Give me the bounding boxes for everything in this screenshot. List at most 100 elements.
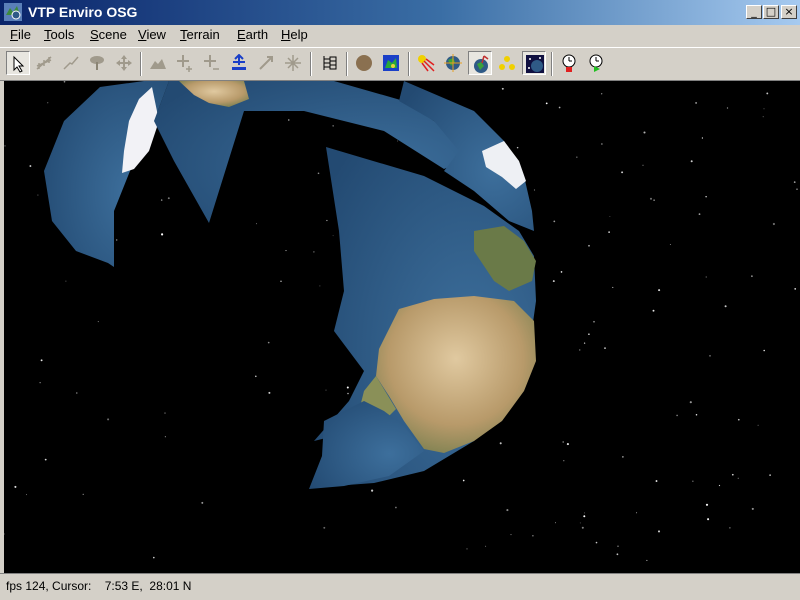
star: [268, 391, 271, 394]
star: [326, 219, 328, 222]
structures-button[interactable]: [281, 51, 305, 75]
menu-scene[interactable]: Scene: [90, 27, 127, 42]
star: [560, 271, 563, 273]
title-bar[interactable]: VTP Enviro OSG _ □ ×: [0, 0, 800, 25]
globe-button[interactable]: [441, 51, 465, 75]
star: [160, 199, 163, 201]
star: [462, 479, 465, 482]
points-button[interactable]: [495, 51, 519, 75]
star: [545, 102, 548, 105]
star: [554, 522, 557, 524]
star: [612, 286, 614, 288]
star: [313, 251, 315, 253]
terrain-tool-button[interactable]: [146, 51, 170, 75]
star: [705, 276, 707, 278]
menu-file[interactable]: File: [10, 27, 31, 42]
snap-ground-button[interactable]: [227, 51, 251, 75]
star: [731, 473, 734, 476]
sphere-button[interactable]: [352, 51, 376, 75]
star: [14, 485, 17, 488]
star: [718, 484, 721, 487]
star: [772, 222, 776, 226]
fence-icon: [36, 56, 52, 70]
menu-terrain[interactable]: Terrain: [180, 27, 220, 42]
toolbar-separator: [408, 52, 410, 76]
sun-lighting-icon: [418, 55, 435, 72]
star: [37, 194, 39, 196]
star: [652, 309, 655, 312]
star: [583, 342, 586, 344]
fence-link-button[interactable]: [254, 51, 278, 75]
star: [689, 401, 692, 404]
fence-link-icon: [259, 56, 273, 70]
star: [164, 412, 166, 414]
earth-view-button[interactable]: [468, 51, 492, 75]
star: [558, 106, 561, 109]
star: [485, 545, 487, 547]
star: [499, 442, 502, 445]
play-icon: [589, 54, 603, 72]
star: [532, 535, 534, 537]
star: [636, 512, 638, 514]
route-tool-button[interactable]: [59, 51, 83, 75]
menu-help[interactable]: Help: [281, 27, 308, 42]
toolbar-separator: [140, 52, 142, 76]
star: [576, 156, 578, 158]
star: [622, 456, 624, 458]
zoom-in-button[interactable]: [173, 51, 197, 75]
snap-ground-icon: [232, 54, 246, 70]
star: [395, 506, 397, 509]
scene-graph-button[interactable]: [318, 51, 342, 75]
zoom-out-button[interactable]: [200, 51, 224, 75]
navigate-move-icon: [116, 55, 132, 71]
fence-tool-button[interactable]: [32, 51, 56, 75]
star: [323, 526, 326, 529]
structures-icon: [285, 55, 301, 71]
record-button[interactable]: [557, 51, 581, 75]
play-button[interactable]: [584, 51, 608, 75]
star: [533, 189, 536, 191]
menu-tools[interactable]: Tools: [44, 27, 74, 42]
status-bar: fps 124, Cursor: 7:53 E, 28:01 N: [0, 573, 800, 600]
star: [510, 534, 512, 536]
star: [44, 458, 47, 461]
record-icon: [562, 54, 576, 72]
maximize-button[interactable]: □: [763, 5, 779, 19]
sun-lighting-button[interactable]: [414, 51, 438, 75]
navigate-tool-button[interactable]: [112, 51, 136, 75]
star: [751, 507, 754, 510]
terrain-map-button[interactable]: [379, 51, 403, 75]
close-button[interactable]: ×: [781, 5, 797, 19]
star: [588, 333, 590, 336]
star: [695, 413, 698, 416]
star: [26, 494, 27, 496]
select-tool-button[interactable]: [6, 51, 30, 75]
star: [762, 116, 764, 118]
star: [695, 101, 698, 104]
star: [588, 244, 590, 247]
star: [371, 489, 374, 492]
star: [646, 559, 648, 561]
star: [621, 171, 624, 174]
star: [346, 386, 349, 389]
star: [690, 160, 693, 163]
star: [63, 81, 66, 83]
star: [506, 509, 509, 512]
plant-tool-button[interactable]: [85, 51, 109, 75]
star: [501, 87, 504, 90]
star: [757, 424, 759, 426]
minimize-button[interactable]: _: [746, 5, 762, 19]
star: [553, 220, 556, 223]
star: [267, 341, 270, 344]
star: [552, 280, 555, 283]
star: [47, 102, 49, 104]
menu-earth[interactable]: Earth: [237, 27, 268, 42]
star: [692, 480, 694, 482]
star: [769, 474, 771, 476]
zoom-in-icon: [177, 55, 192, 72]
star: [153, 556, 155, 559]
menu-view[interactable]: View: [138, 27, 166, 42]
3d-viewport[interactable]: [4, 81, 800, 573]
menu-bar: File Tools Scene View Terrain Earth Help: [0, 25, 800, 45]
stars-button[interactable]: [522, 51, 546, 75]
